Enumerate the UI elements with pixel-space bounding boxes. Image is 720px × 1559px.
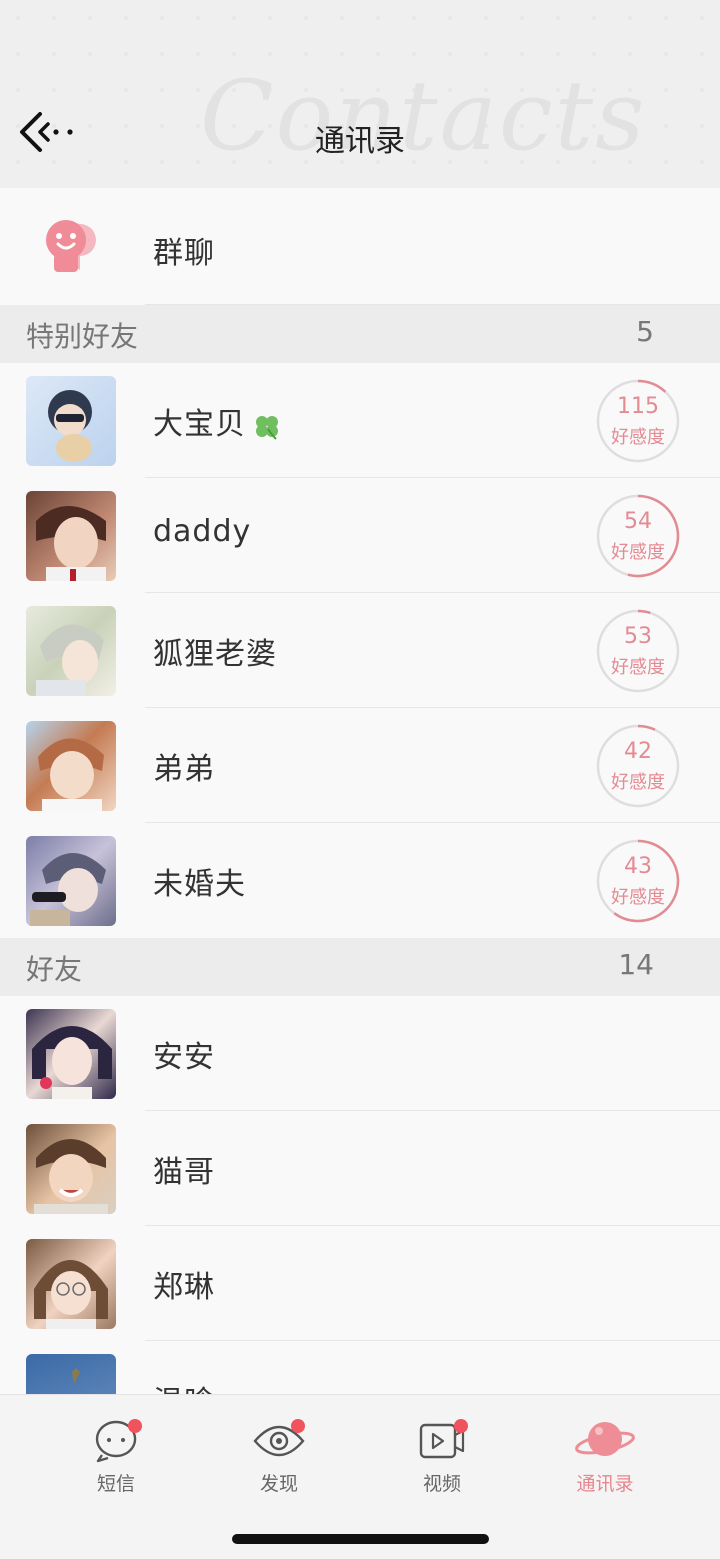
tab-contacts[interactable]: 通讯录 bbox=[555, 1415, 655, 1495]
eye-icon bbox=[253, 1415, 305, 1463]
contact-row[interactable]: 猫哥 bbox=[0, 1111, 720, 1226]
page-title: 通讯录 bbox=[315, 124, 405, 159]
planet-icon bbox=[575, 1415, 635, 1463]
tab-label: 视频 bbox=[422, 1473, 461, 1495]
avatar bbox=[26, 491, 116, 581]
contact-name: 狐狸老婆 bbox=[153, 637, 277, 672]
section-count: 14 bbox=[618, 948, 654, 981]
contact-name: 弟弟 bbox=[153, 752, 215, 787]
favor-badge: 115 好感度 bbox=[596, 379, 680, 463]
contact-name: 温晗 bbox=[153, 1377, 215, 1394]
group-chat-icon bbox=[46, 220, 96, 272]
notification-dot bbox=[128, 1419, 142, 1433]
avatar bbox=[26, 1239, 116, 1329]
contact-row[interactable]: 大宝贝 115 好感度 bbox=[0, 363, 720, 478]
favor-value: 54 bbox=[624, 509, 652, 534]
contact-name: 郑琳 bbox=[153, 1270, 215, 1305]
contact-name: 大宝贝 bbox=[153, 399, 282, 443]
tab-messages[interactable]: 短信 bbox=[66, 1415, 166, 1495]
favor-badge: 43 好感度 bbox=[596, 839, 680, 923]
contact-row[interactable]: 温晗 bbox=[0, 1341, 720, 1394]
section-special-friends: 特别好友 5 bbox=[0, 305, 720, 363]
contacts-list[interactable]: 群聊 特别好友 5 大宝贝 115 好感度 daddy 54 好感度 狐狸老婆 … bbox=[0, 188, 720, 1394]
favor-label: 好感度 bbox=[611, 772, 665, 793]
notification-dot bbox=[291, 1419, 305, 1433]
section-label: 特别好友 bbox=[26, 320, 139, 353]
group-chat-label: 群聊 bbox=[153, 236, 215, 271]
contact-row[interactable]: 未婚夫 43 好感度 bbox=[0, 823, 720, 938]
contact-name-text: 大宝贝 bbox=[153, 407, 246, 442]
video-play-icon bbox=[416, 1415, 468, 1463]
tab-discover[interactable]: 发现 bbox=[229, 1415, 329, 1495]
avatar bbox=[26, 1124, 116, 1214]
contact-row[interactable]: 郑琳 bbox=[0, 1226, 720, 1341]
section-label: 好友 bbox=[26, 953, 83, 986]
avatar bbox=[26, 721, 116, 811]
section-count: 5 bbox=[636, 315, 654, 348]
tab-label: 发现 bbox=[259, 1473, 298, 1495]
group-chat-row[interactable]: 群聊 bbox=[0, 188, 720, 305]
contact-row[interactable]: daddy 54 好感度 bbox=[0, 478, 720, 593]
section-friends: 好友 14 bbox=[0, 938, 720, 996]
header: Contacts 通讯录 bbox=[0, 0, 720, 188]
tab-label: 通讯录 bbox=[576, 1473, 634, 1495]
favor-badge: 42 好感度 bbox=[596, 724, 680, 808]
favor-label: 好感度 bbox=[611, 427, 665, 448]
contact-row[interactable]: 安安 bbox=[0, 996, 720, 1111]
contact-name: 安安 bbox=[153, 1040, 215, 1075]
home-indicator bbox=[232, 1534, 489, 1544]
message-bubble-icon bbox=[90, 1415, 142, 1463]
favor-label: 好感度 bbox=[611, 887, 665, 908]
favor-value: 43 bbox=[624, 854, 652, 879]
favor-label: 好感度 bbox=[611, 657, 665, 678]
avatar bbox=[26, 1354, 116, 1394]
tab-label: 短信 bbox=[96, 1473, 135, 1495]
avatar bbox=[26, 836, 116, 926]
contact-row[interactable]: 弟弟 42 好感度 bbox=[0, 708, 720, 823]
favor-badge: 53 好感度 bbox=[596, 609, 680, 693]
contact-row[interactable]: 狐狸老婆 53 好感度 bbox=[0, 593, 720, 708]
favor-label: 好感度 bbox=[611, 542, 665, 563]
contact-name: 猫哥 bbox=[153, 1155, 215, 1190]
avatar bbox=[26, 1009, 116, 1099]
tab-video[interactable]: 视频 bbox=[392, 1415, 492, 1495]
contact-name: 未婚夫 bbox=[153, 867, 246, 902]
favor-value: 42 bbox=[624, 739, 652, 764]
favor-value: 115 bbox=[617, 394, 659, 419]
notification-dot bbox=[454, 1419, 468, 1433]
contact-name: daddy bbox=[153, 514, 252, 549]
avatar bbox=[26, 376, 116, 466]
clover-icon bbox=[256, 415, 278, 440]
favor-badge: 54 好感度 bbox=[596, 494, 680, 578]
avatar bbox=[26, 606, 116, 696]
favor-value: 53 bbox=[624, 624, 652, 649]
